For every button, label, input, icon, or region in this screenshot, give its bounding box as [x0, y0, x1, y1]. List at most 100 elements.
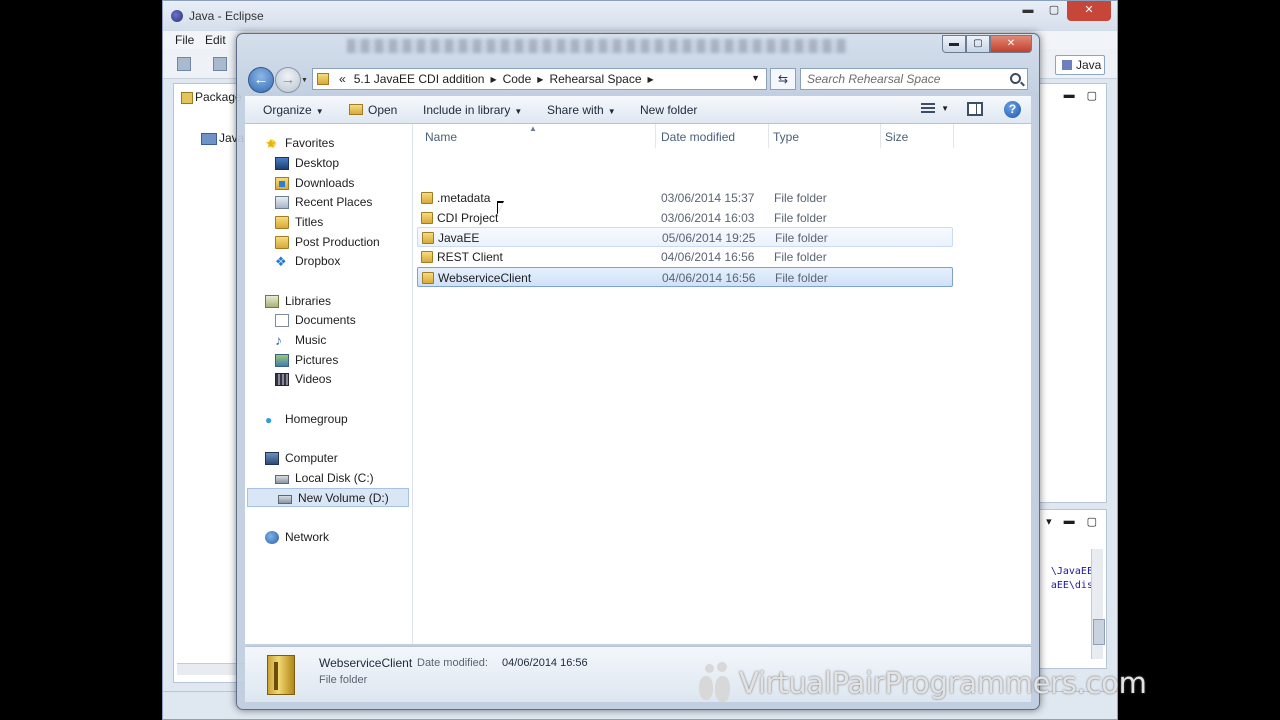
folder-icon [421, 212, 433, 224]
new-folder-button[interactable]: New folder [640, 103, 697, 117]
file-type: File folder [775, 231, 828, 245]
nav-label: Music [295, 333, 327, 347]
file-date: 04/06/2014 16:56 [661, 250, 755, 264]
eclipse-minimize-button[interactable]: ▬ [1015, 1, 1041, 21]
help-icon[interactable]: ? [1004, 101, 1021, 118]
file-name: .metadata [437, 191, 491, 205]
downloads-icon [275, 177, 289, 190]
dialog-window-controls: ▬ ▢ ✕ [942, 35, 1032, 53]
chevron-down-icon: ▼ [514, 107, 523, 116]
outline-maximize-button[interactable]: ▢ [1087, 89, 1097, 102]
search-icon[interactable] [1010, 73, 1021, 84]
folder-icon [275, 236, 289, 249]
eclipse-close-button[interactable]: ✕ [1067, 1, 1111, 21]
star-icon [265, 137, 279, 150]
column-name[interactable]: Name [425, 130, 457, 144]
new-package-icon[interactable] [213, 57, 227, 71]
console-maximize-button[interactable]: ▢ [1087, 515, 1097, 528]
column-divider[interactable] [655, 124, 656, 148]
nav-favorites[interactable]: Favorites [245, 134, 413, 153]
change-view-icon[interactable] [921, 103, 935, 115]
dialog-title-blur [347, 39, 847, 53]
nav-new-volume-d[interactable]: New Volume (D:) [247, 488, 409, 507]
breadcrumb-item[interactable]: Code [499, 72, 536, 86]
include-in-library-label: Include in library [423, 103, 511, 117]
back-button[interactable]: ← [248, 67, 274, 93]
java-perspective-button[interactable]: Java [1055, 55, 1105, 75]
eclipse-title: Java - Eclipse [189, 9, 264, 23]
file-name: REST Client [437, 250, 503, 264]
nav-music[interactable]: Music [245, 331, 413, 350]
column-date-modified[interactable]: Date modified [661, 130, 735, 144]
preview-pane-icon[interactable] [967, 102, 983, 116]
folder-icon [421, 251, 433, 263]
outline-minimize-button[interactable]: ▬ [1064, 89, 1075, 102]
breadcrumb-item[interactable]: 5.1 JavaEE CDI addition [350, 72, 489, 86]
chevron-down-icon: ▼ [315, 107, 324, 116]
file-name: WebserviceClient [438, 271, 532, 285]
nav-titles[interactable]: Titles [245, 213, 413, 232]
nav-libraries[interactable]: Libraries [245, 292, 413, 311]
breadcrumb-chevron-icon[interactable]: ▶ [535, 75, 545, 84]
file-row[interactable]: JavaEE 05/06/2014 19:25 File folder [417, 227, 953, 247]
nav-desktop[interactable]: Desktop [245, 154, 413, 173]
eclipse-maximize-button[interactable]: ▢ [1041, 1, 1067, 21]
nav-homegroup[interactable]: Homegroup [245, 410, 413, 429]
nav-label: Favorites [285, 136, 335, 150]
column-size[interactable]: Size [885, 130, 908, 144]
column-divider[interactable] [953, 124, 954, 148]
open-button[interactable]: Open [349, 103, 397, 117]
nav-post-production[interactable]: Post Production [245, 233, 413, 252]
console-scrollbar[interactable] [1091, 549, 1105, 659]
nav-network[interactable]: Network [245, 528, 413, 547]
column-divider[interactable] [768, 124, 769, 148]
nav-downloads[interactable]: Downloads [245, 174, 413, 193]
address-history-dropdown[interactable]: ▼ [751, 73, 760, 83]
nav-dropbox[interactable]: Dropbox [245, 252, 413, 271]
file-row[interactable]: WebserviceClient 04/06/2014 16:56 File f… [417, 267, 953, 287]
nav-local-disk-c[interactable]: Local Disk (C:) [245, 469, 413, 488]
eclipse-app-icon [171, 10, 183, 22]
nav-pictures[interactable]: Pictures [245, 351, 413, 370]
dialog-close-button[interactable]: ✕ [990, 35, 1032, 53]
include-in-library-button[interactable]: Include in library ▼ [423, 103, 522, 117]
nav-documents[interactable]: Documents [245, 311, 413, 330]
forward-button[interactable]: → [275, 67, 301, 93]
search-input[interactable] [807, 69, 997, 89]
file-row[interactable]: REST Client 04/06/2014 16:56 File folder [417, 247, 953, 267]
breadcrumb-chevron-icon[interactable]: ▶ [646, 75, 656, 84]
breadcrumb-chevron-icon[interactable]: ▶ [488, 75, 498, 84]
watermark: VirtualPairProgrammers.com [697, 660, 1147, 704]
share-with-button[interactable]: Share with ▼ [547, 103, 616, 117]
column-divider[interactable] [880, 124, 881, 148]
console-menu-dropdown[interactable]: ▾ [1046, 515, 1052, 528]
console-view-controls: ▾ ▬ ▢ [1046, 515, 1097, 528]
recent-pages-dropdown[interactable]: ▼ [301, 77, 308, 84]
dialog-minimize-button[interactable]: ▬ [942, 35, 966, 53]
nav-label: Videos [295, 372, 332, 386]
share-with-label: Share with [547, 103, 604, 117]
file-date: 03/06/2014 15:37 [661, 191, 755, 205]
computer-icon [265, 452, 279, 465]
folder-icon [422, 232, 434, 244]
nav-computer[interactable]: Computer [245, 449, 413, 468]
address-bar[interactable]: « 5.1 JavaEE CDI addition ▶ Code ▶ Rehea… [312, 68, 767, 90]
column-header-row: ▲ Name Date modified Type Size [415, 124, 1031, 148]
search-box[interactable] [800, 68, 1028, 90]
dialog-maximize-button[interactable]: ▢ [966, 35, 990, 53]
column-type[interactable]: Type [773, 130, 799, 144]
breadcrumb-overflow[interactable]: « [335, 72, 350, 86]
nav-videos[interactable]: Videos [245, 370, 413, 389]
menu-file[interactable]: File [175, 33, 194, 47]
nav-recent-places[interactable]: Recent Places [245, 193, 413, 212]
console-minimize-button[interactable]: ▬ [1064, 515, 1075, 528]
breadcrumb-item[interactable]: Rehearsal Space [545, 72, 645, 86]
nav-label: Downloads [295, 176, 355, 190]
dropbox-icon [275, 255, 289, 268]
refresh-button[interactable]: ⇆ [770, 68, 796, 90]
menu-edit[interactable]: Edit [205, 33, 226, 47]
organize-button[interactable]: Organize ▼ [263, 103, 324, 117]
view-options-dropdown[interactable]: ▼ [941, 104, 949, 113]
new-icon[interactable] [177, 57, 191, 71]
file-list-pane: ▲ Name Date modified Type Size .metadata… [415, 124, 1031, 644]
